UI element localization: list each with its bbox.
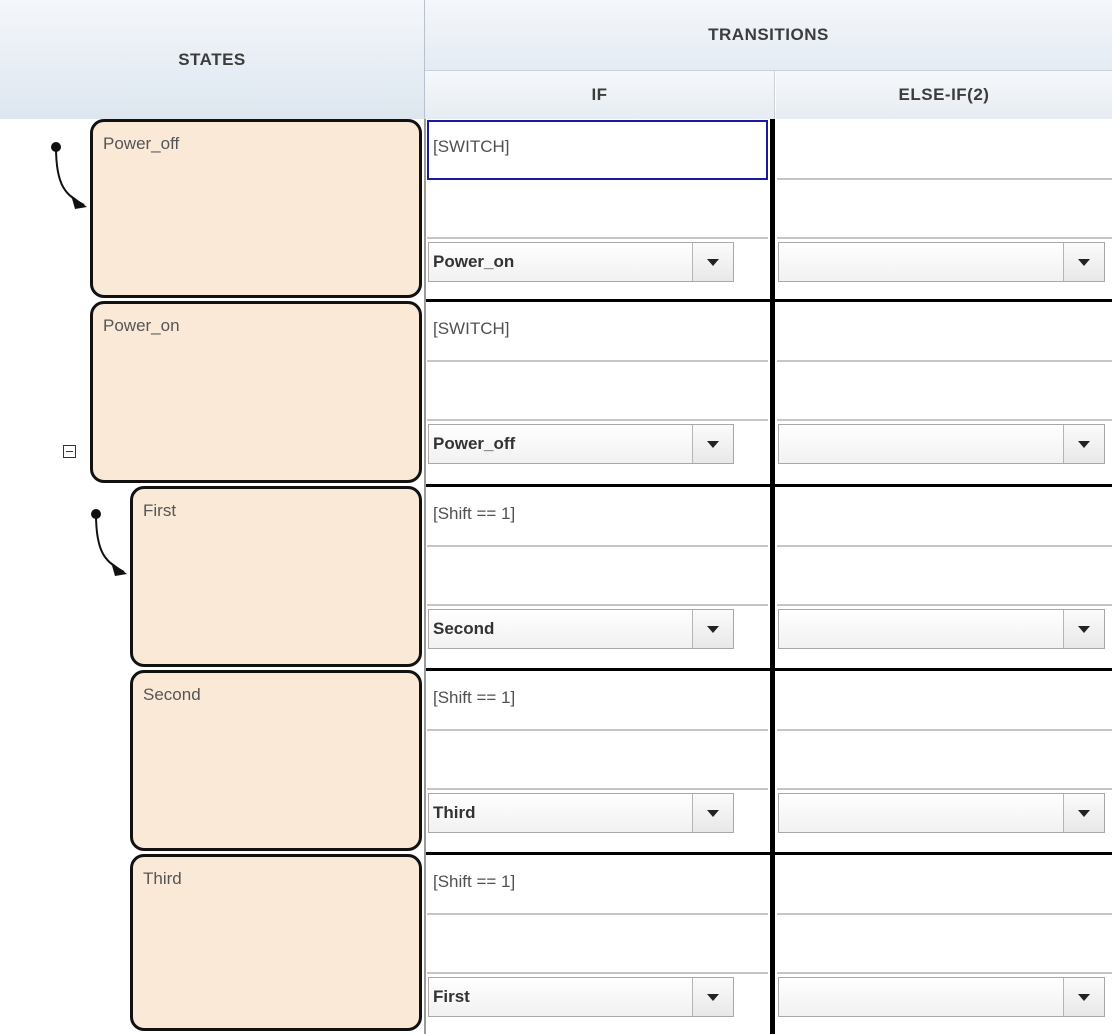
- destination-value: Power_on: [433, 252, 515, 271]
- else-if-destination-dropdown[interactable]: [778, 977, 1105, 1017]
- dropdown-arrow-button[interactable]: [692, 425, 733, 463]
- if-condition-cell[interactable]: [SWITCH]: [427, 302, 768, 362]
- state-name: First: [143, 501, 177, 520]
- if-condition-cell[interactable]: [SWITCH]: [427, 120, 768, 180]
- else-if-condition-cell[interactable]: [777, 120, 1112, 180]
- if-destination-dropdown[interactable]: Second: [428, 609, 734, 649]
- state-name: Third: [143, 869, 182, 888]
- else-if-destination-dropdown[interactable]: [778, 242, 1105, 282]
- if-action-cell[interactable]: [427, 362, 768, 421]
- if-destination-dropdown[interactable]: Power_on: [428, 242, 734, 282]
- chevron-down-icon: [707, 440, 719, 448]
- if-destination-dropdown[interactable]: First: [428, 977, 734, 1017]
- row-separator: [425, 668, 1112, 671]
- chevron-down-icon: [707, 258, 719, 266]
- if-condition-cell[interactable]: [Shift == 1]: [427, 487, 768, 547]
- chevron-down-icon: [1078, 625, 1090, 633]
- if-column-header: IF: [425, 71, 775, 119]
- if-action-cell[interactable]: [427, 547, 768, 606]
- else-if-column-header: ELSE-IF(2): [776, 71, 1112, 119]
- else-if-condition-cell[interactable]: [777, 671, 1112, 731]
- if-action-cell[interactable]: [427, 180, 768, 239]
- default-transition-arrowhead: [71, 195, 87, 209]
- states-column-header: STATES: [0, 0, 425, 119]
- row-separator: [425, 299, 1112, 302]
- condition-text: [Shift == 1]: [433, 872, 516, 891]
- else-if-destination-dropdown[interactable]: [778, 609, 1105, 649]
- else-if-header-label: ELSE-IF(2): [898, 85, 990, 104]
- dropdown-arrow-button[interactable]: [692, 794, 733, 832]
- else-if-action-cell[interactable]: [777, 731, 1112, 790]
- chevron-down-icon: [1078, 993, 1090, 1001]
- destination-value: Power_off: [433, 434, 516, 453]
- state-name: Power_off: [103, 134, 180, 153]
- if-header-label: IF: [591, 85, 608, 104]
- else-if-action-cell[interactable]: [777, 915, 1112, 974]
- state-box[interactable]: Second: [130, 670, 422, 851]
- if-destination-dropdown[interactable]: Power_off: [428, 424, 734, 464]
- destination-value: First: [433, 987, 470, 1006]
- destination-value: Third: [433, 803, 476, 822]
- condition-text: [Shift == 1]: [433, 688, 516, 707]
- else-if-action-cell[interactable]: [777, 180, 1112, 239]
- else-if-destination-dropdown[interactable]: [778, 424, 1105, 464]
- row-separator: [425, 852, 1112, 855]
- dropdown-arrow-button[interactable]: [1063, 425, 1104, 463]
- states-header-label: STATES: [178, 49, 246, 69]
- collapse-minus-icon[interactable]: [63, 445, 76, 458]
- transitions-column-header: TRANSITIONS: [425, 0, 1112, 71]
- default-transition-path: [95, 513, 125, 573]
- state-box[interactable]: Third: [130, 854, 422, 1031]
- chevron-down-icon: [707, 625, 719, 633]
- condition-text: [SWITCH]: [433, 137, 510, 156]
- chevron-down-icon: [1078, 258, 1090, 266]
- transitions-header-label: TRANSITIONS: [708, 25, 829, 44]
- if-action-cell[interactable]: [427, 731, 768, 790]
- row-separator: [425, 484, 1112, 487]
- else-if-action-cell[interactable]: [777, 547, 1112, 606]
- dropdown-arrow-button[interactable]: [1063, 243, 1104, 281]
- state-box[interactable]: Power_on: [90, 301, 422, 483]
- chevron-down-icon: [1078, 809, 1090, 817]
- if-condition-cell[interactable]: [Shift == 1]: [427, 855, 768, 915]
- dropdown-arrow-button[interactable]: [692, 610, 733, 648]
- default-transition-arrowhead: [111, 562, 127, 576]
- state-transition-table: STATES TRANSITIONS IF ELSE-IF(2) Power_o…: [0, 0, 1112, 1034]
- else-if-condition-cell[interactable]: [777, 855, 1112, 915]
- condition-text: [Shift == 1]: [433, 504, 516, 523]
- state-box[interactable]: Power_off: [90, 119, 422, 298]
- dropdown-arrow-button[interactable]: [1063, 610, 1104, 648]
- default-transition-arrow-icon: [91, 509, 127, 576]
- else-if-condition-cell[interactable]: [777, 302, 1112, 362]
- default-transition-path: [55, 146, 85, 206]
- chevron-down-icon: [707, 809, 719, 817]
- transitions-left-border: [424, 119, 426, 1034]
- state-name: Second: [143, 685, 201, 704]
- else-if-action-cell[interactable]: [777, 362, 1112, 421]
- state-box[interactable]: First: [130, 486, 422, 667]
- dropdown-arrow-button[interactable]: [1063, 978, 1104, 1016]
- dropdown-arrow-button[interactable]: [692, 978, 733, 1016]
- if-action-cell[interactable]: [427, 915, 768, 974]
- chevron-down-icon: [1078, 440, 1090, 448]
- if-destination-dropdown[interactable]: Third: [428, 793, 734, 833]
- if-condition-cell[interactable]: [Shift == 1]: [427, 671, 768, 731]
- else-if-condition-cell[interactable]: [777, 487, 1112, 547]
- else-if-destination-dropdown[interactable]: [778, 793, 1105, 833]
- dropdown-arrow-button[interactable]: [1063, 794, 1104, 832]
- dropdown-arrow-button[interactable]: [692, 243, 733, 281]
- chevron-down-icon: [707, 993, 719, 1001]
- column-separator: [770, 119, 775, 1034]
- state-name: Power_on: [103, 316, 180, 335]
- condition-text: [SWITCH]: [433, 319, 510, 338]
- destination-value: Second: [433, 619, 495, 638]
